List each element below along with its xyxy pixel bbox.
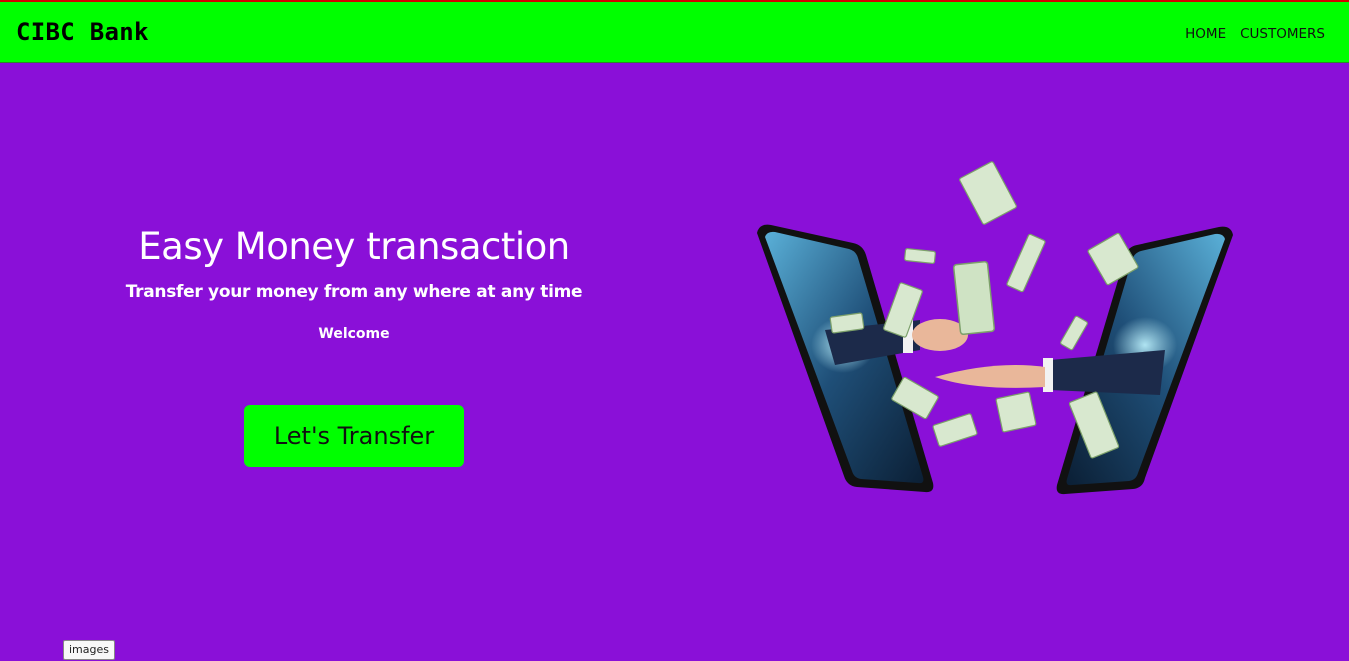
hero-subtitle: Transfer your money from any where at an… (125, 282, 583, 302)
nav-links: HOME CUSTOMERS (1185, 26, 1325, 42)
nav-customers-link[interactable]: CUSTOMERS (1240, 26, 1325, 42)
hero-welcome-text: Welcome (318, 326, 390, 342)
brand-logo[interactable]: CIBC Bank (16, 18, 149, 46)
images-tooltip: images (63, 640, 115, 660)
hero-title: Easy Money transaction (138, 225, 570, 268)
phones-money-transfer-icon (757, 161, 1233, 495)
hero-section: Easy Money transaction Transfer your mon… (104, 225, 604, 342)
top-navbar: CIBC Bank HOME CUSTOMERS (0, 0, 1349, 63)
lets-transfer-button[interactable]: Let's Transfer (244, 405, 464, 467)
nav-home-link[interactable]: HOME (1185, 26, 1226, 42)
